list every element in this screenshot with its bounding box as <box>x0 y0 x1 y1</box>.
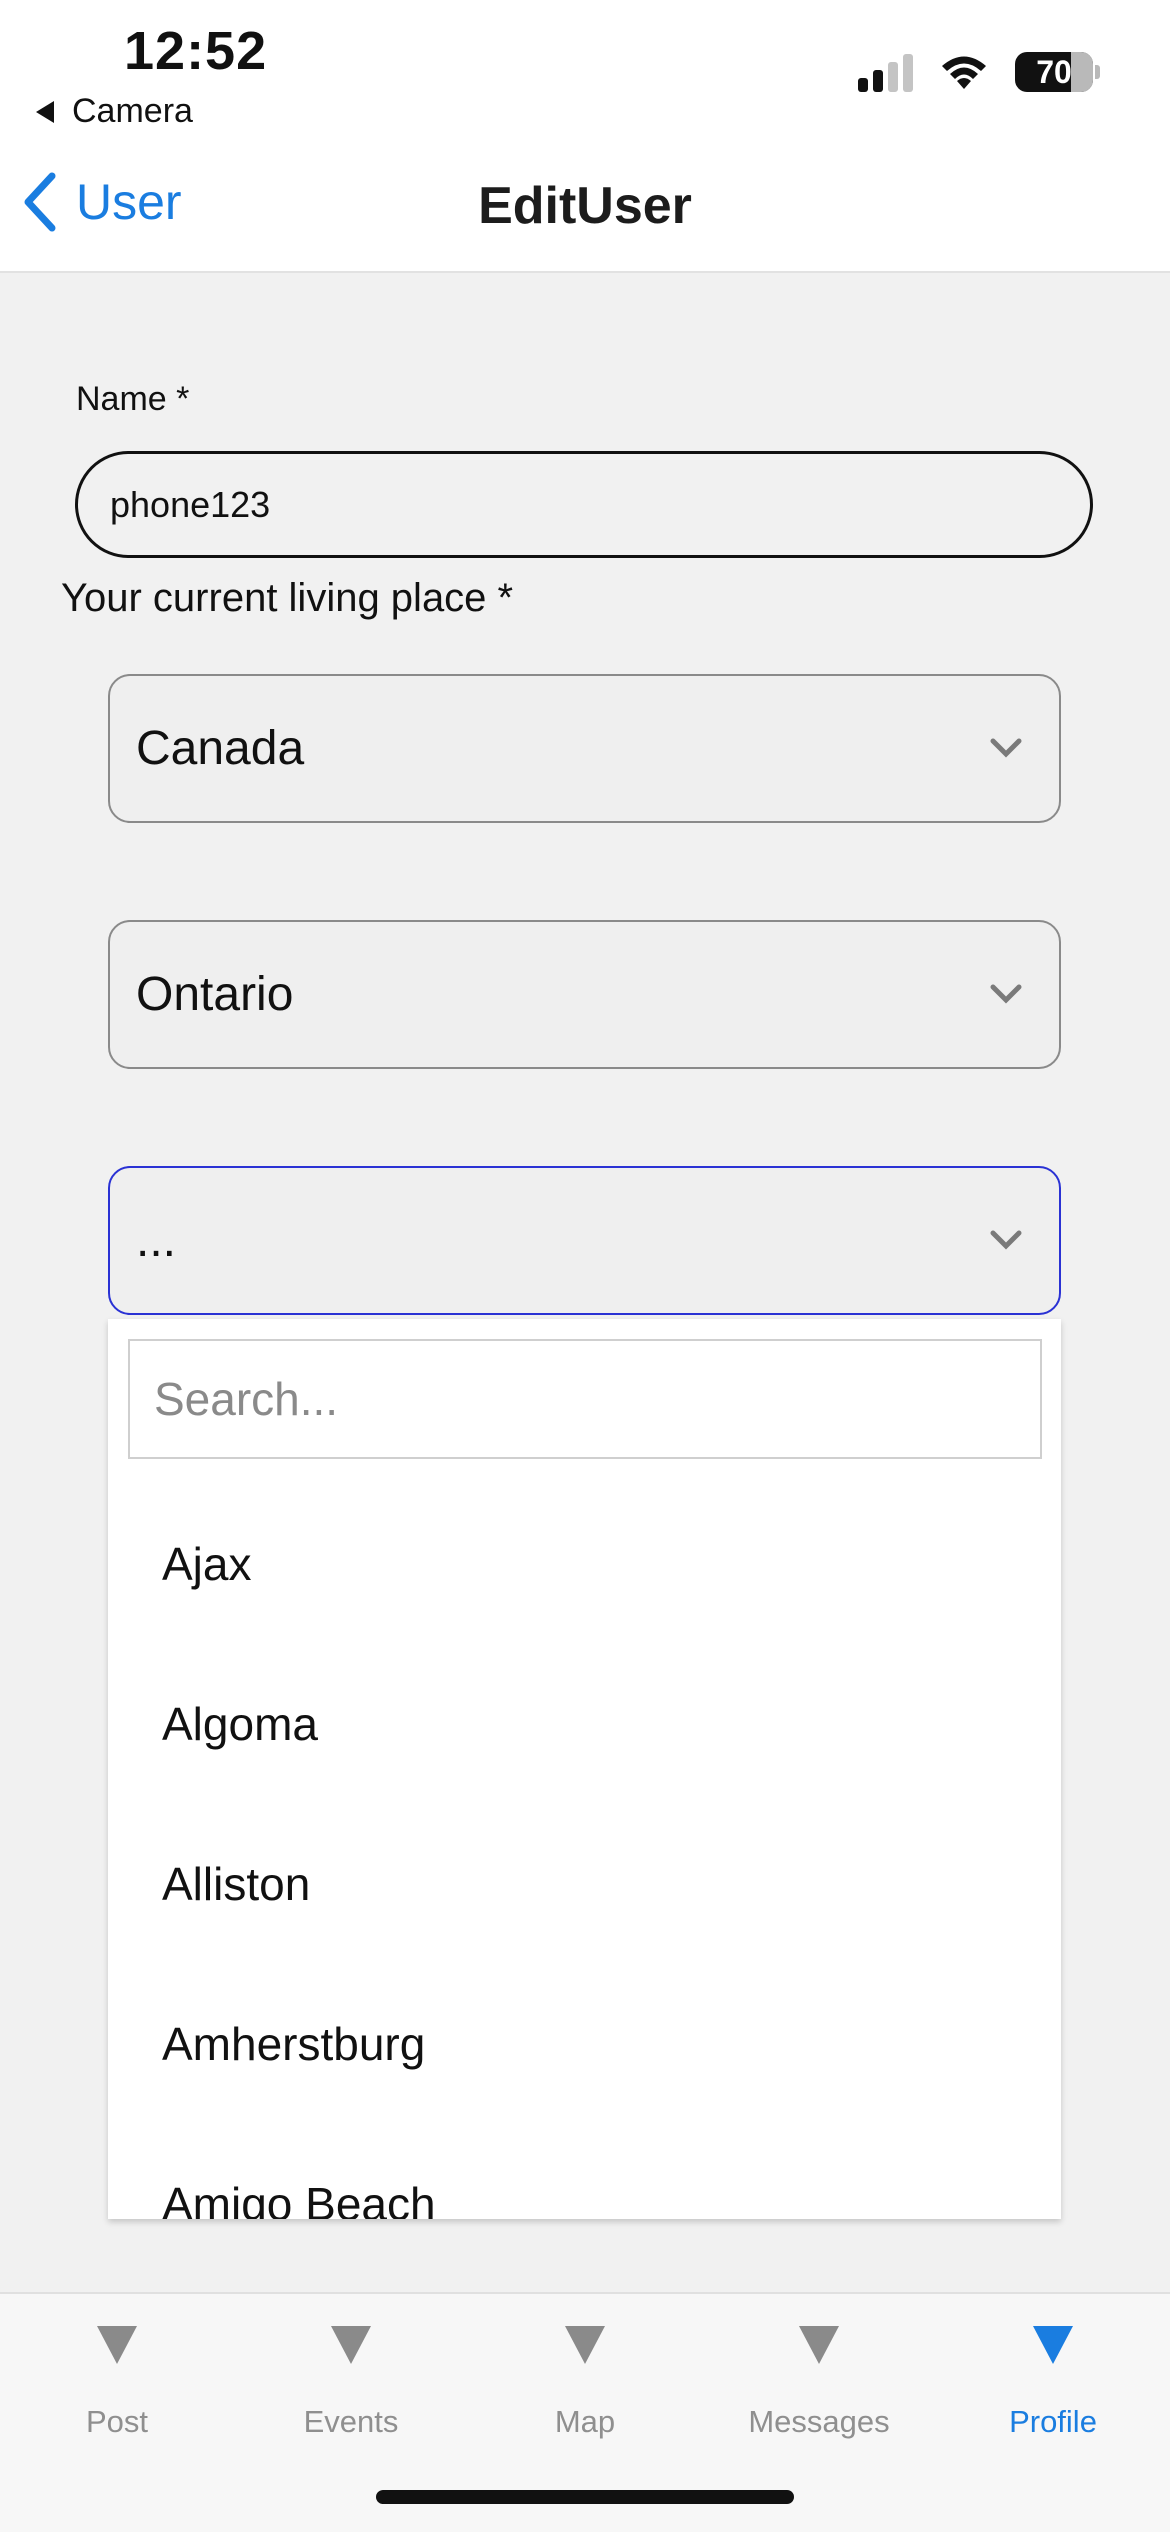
living-place-label: Your current living place * <box>61 576 514 620</box>
triangle-icon <box>97 2326 137 2364</box>
tab-label: Messages <box>748 2404 890 2439</box>
city-dropdown: Ajax Algoma Alliston Amherstburg Amigo B… <box>108 1319 1061 2219</box>
tab-profile[interactable]: Profile <box>936 2326 1170 2440</box>
name-input[interactable]: phone123 <box>75 451 1093 558</box>
triangle-icon <box>799 2326 839 2364</box>
country-select[interactable]: Canada <box>108 674 1061 823</box>
tab-label: Map <box>554 2404 616 2439</box>
country-value: Canada <box>136 722 305 775</box>
tab-events[interactable]: Events <box>234 2326 468 2440</box>
tab-label: Events <box>303 2404 399 2439</box>
city-select[interactable]: ... <box>108 1166 1061 1315</box>
triangle-icon <box>331 2326 371 2364</box>
list-item[interactable]: Alliston <box>162 1857 310 1911</box>
tab-label: Profile <box>1009 2404 1097 2439</box>
battery-level: 70 <box>1036 53 1072 90</box>
city-value: ... <box>136 1214 177 1267</box>
header: 12:52 Camera 70 User EditUser <box>0 0 1170 273</box>
tab-post[interactable]: Post <box>0 2326 234 2440</box>
battery-icon: 70 <box>1015 52 1100 92</box>
cellular-signal-icon <box>858 52 913 92</box>
chevron-down-icon <box>990 738 1022 758</box>
chevron-down-icon <box>990 1230 1022 1250</box>
wifi-icon <box>942 56 986 89</box>
status-time: 12:52 <box>124 21 268 81</box>
triangle-icon <box>1033 2326 1073 2364</box>
province-select[interactable]: Ontario <box>108 920 1061 1069</box>
chevron-down-icon <box>990 984 1022 1004</box>
page-title: EditUser <box>478 177 692 235</box>
triangle-icon <box>565 2326 605 2364</box>
tab-map[interactable]: Map <box>468 2326 702 2440</box>
back-triangle-icon <box>36 100 54 123</box>
back-app-label: Camera <box>72 92 193 130</box>
status-icons: 70 <box>858 52 1100 92</box>
list-item[interactable]: Amigo Beach <box>162 2177 436 2219</box>
list-item[interactable]: Amherstburg <box>162 2017 425 2071</box>
tab-messages[interactable]: Messages <box>702 2326 936 2440</box>
list-item[interactable]: Algoma <box>162 1697 318 1751</box>
search-input[interactable] <box>128 1339 1042 1459</box>
home-indicator[interactable] <box>376 2490 794 2504</box>
back-to-camera-link[interactable]: Camera <box>36 92 193 131</box>
list-item[interactable]: Ajax <box>162 1537 251 1591</box>
tab-label: Post <box>85 2404 149 2439</box>
name-label: Name * <box>76 380 190 418</box>
province-value: Ontario <box>136 968 294 1021</box>
